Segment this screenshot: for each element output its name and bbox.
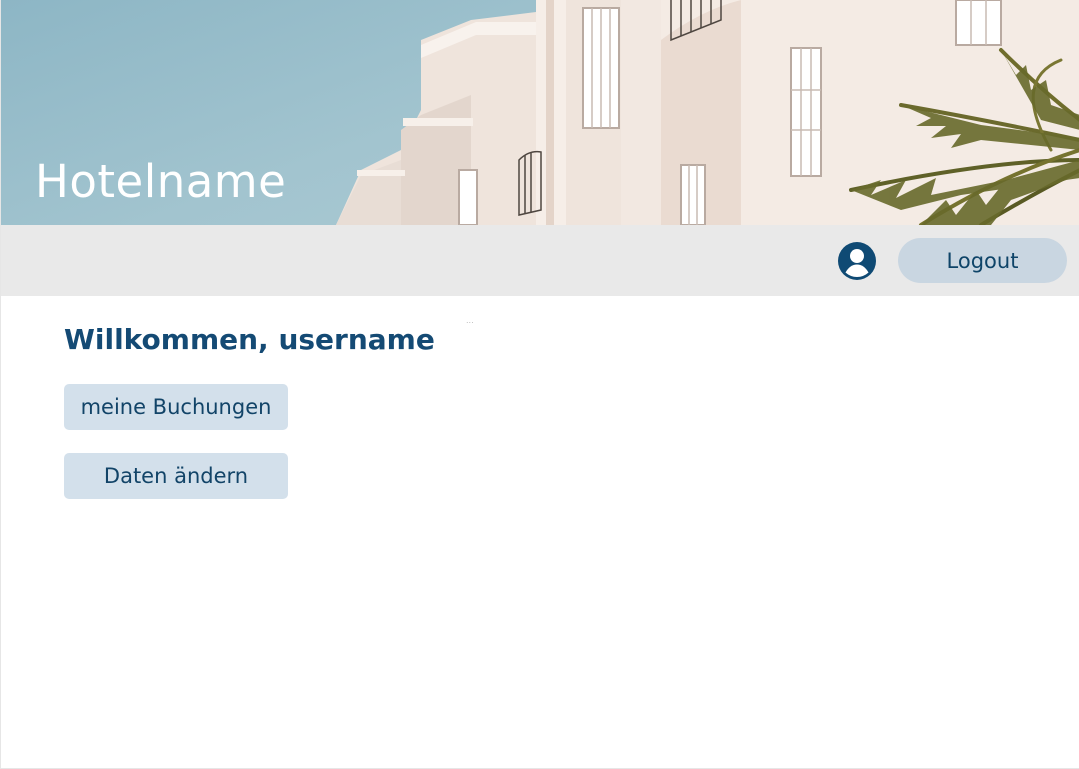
my-bookings-button[interactable]: meine Buchungen bbox=[64, 384, 288, 430]
user-circle-icon[interactable] bbox=[837, 241, 877, 281]
hotel-name: Hotelname bbox=[35, 155, 287, 208]
logout-button[interactable]: Logout bbox=[898, 238, 1067, 283]
edit-data-button[interactable]: Daten ändern bbox=[64, 453, 288, 499]
page: Hotelname Logout Willkommen, username ..… bbox=[0, 0, 1079, 769]
welcome-heading: Willkommen, username bbox=[64, 323, 435, 356]
main-content: Willkommen, username ... meine Buchungen… bbox=[1, 296, 1079, 768]
top-toolbar: Logout bbox=[1, 225, 1079, 296]
hero-banner: Hotelname bbox=[1, 0, 1079, 225]
faint-marker: ... bbox=[466, 316, 474, 325]
